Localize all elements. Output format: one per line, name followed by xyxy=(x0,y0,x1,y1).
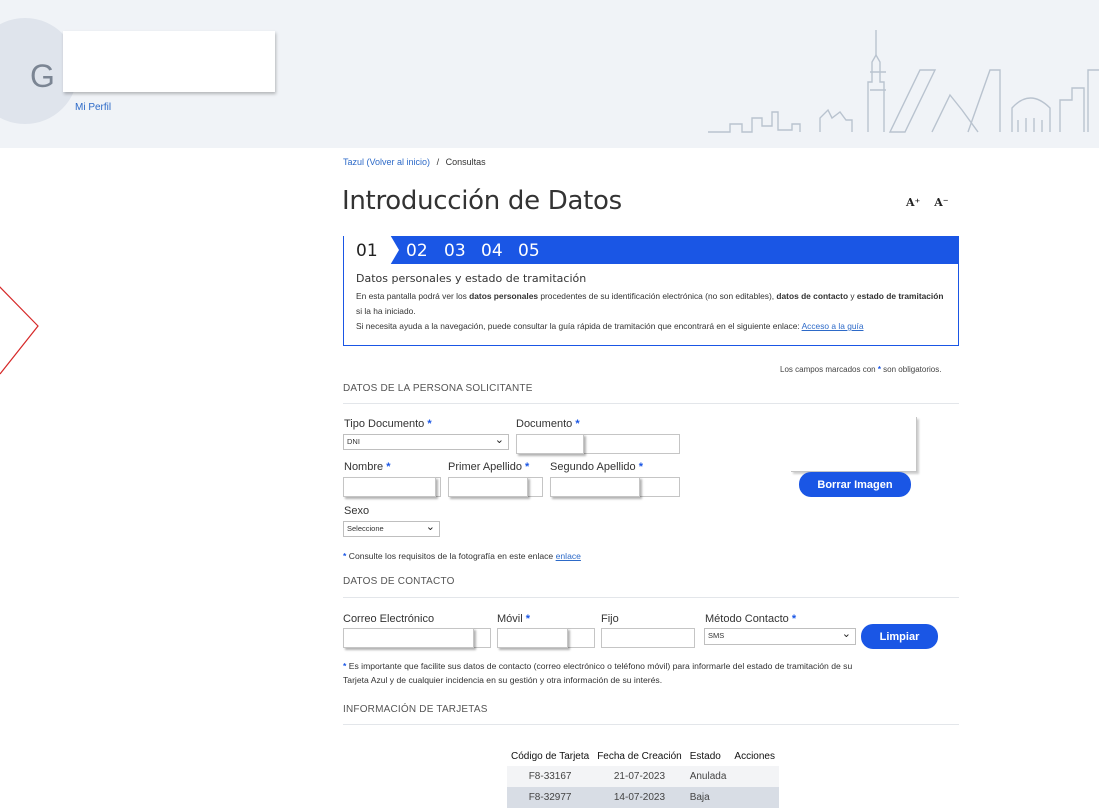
table-row[interactable]: F8-32977 14-07-2023 Baja xyxy=(507,787,779,808)
table-row[interactable]: F8-33167 21-07-2023 Anulada xyxy=(507,766,779,787)
tipo-documento-select[interactable]: DNI ⌄ xyxy=(343,434,509,450)
section-divider xyxy=(343,597,959,598)
documento-input[interactable] xyxy=(516,434,584,454)
table-cell xyxy=(730,766,779,787)
table-cell: F8-32977 xyxy=(507,787,594,808)
table-cell: Baja xyxy=(685,787,731,808)
fijo-label: Fijo xyxy=(601,613,619,625)
section-divider xyxy=(343,724,959,725)
metodo-contacto-label: Método Contacto * xyxy=(705,613,797,625)
foto-note: * Consulte los requisitos de la fotograf… xyxy=(343,551,581,561)
tipo-documento-label: Tipo Documento * xyxy=(344,418,432,430)
column-header: Acciones xyxy=(734,750,775,762)
step-description: En esta pantalla podrá ver los datos per… xyxy=(356,291,944,331)
chevron-down-icon: ⌄ xyxy=(494,434,504,446)
section-title-solicitante: DATOS DE LA PERSONA SOLICITANTE xyxy=(343,383,533,394)
page-title: Introducción de Datos xyxy=(342,186,622,216)
column-header: Fecha de Creación xyxy=(597,750,682,762)
segundo-apellido-input[interactable] xyxy=(550,477,640,497)
guide-link[interactable]: Acceso a la guía xyxy=(802,321,864,331)
header: G Mi Perfil xyxy=(0,0,1099,148)
correo-label: Correo Electrónico xyxy=(343,613,435,625)
column-header: Código de Tarjeta xyxy=(511,750,590,762)
section-divider xyxy=(343,403,959,404)
table-cell: Anulada xyxy=(685,766,731,787)
chevron-down-icon: ⌄ xyxy=(425,521,435,533)
logo-icon: G xyxy=(30,58,55,94)
breadcrumb-current: Consultas xyxy=(445,157,486,167)
section-title-tarjetas: INFORMACIÓN DE TARJETAS xyxy=(343,704,488,715)
step-title: Datos personales y estado de tramitación xyxy=(356,272,587,285)
required-fields-note: Los campos marcados con * son obligatori… xyxy=(780,365,942,374)
documento-label: Documento * xyxy=(516,418,580,430)
correo-input[interactable] xyxy=(343,628,474,648)
sexo-label: Sexo xyxy=(344,505,370,517)
breadcrumb: Tazul (Volver al inicio) / Consultas xyxy=(343,157,486,167)
table-cell: F8-33167 xyxy=(507,766,594,787)
font-increase-button[interactable]: A⁺ xyxy=(906,196,920,209)
table-cell xyxy=(730,787,779,808)
chevron-down-icon: ⌄ xyxy=(841,628,851,640)
profile-card xyxy=(63,31,275,92)
sexo-select[interactable]: Seleccione ⌄ xyxy=(343,521,440,537)
font-decrease-button[interactable]: A⁻ xyxy=(934,196,948,209)
step-05[interactable]: 05 xyxy=(518,236,540,266)
nombre-input[interactable] xyxy=(343,477,436,497)
borrar-imagen-button[interactable]: Borrar Imagen xyxy=(799,472,911,497)
table-cell: 14-07-2023 xyxy=(593,787,686,808)
breadcrumb-home-link[interactable]: Tazul (Volver al inicio) xyxy=(343,157,430,167)
photo-box xyxy=(791,417,917,472)
tarjetas-table: Código de Tarjeta Fecha de Creación Esta… xyxy=(507,746,779,808)
table-header-row: Código de Tarjeta Fecha de Creación Esta… xyxy=(507,746,779,766)
step-03[interactable]: 03 xyxy=(444,236,466,266)
nombre-label: Nombre * xyxy=(344,461,391,473)
primer-apellido-label: Primer Apellido * xyxy=(448,461,530,473)
fijo-input[interactable] xyxy=(601,628,695,648)
section-title-contacto: DATOS DE CONTACTO xyxy=(343,576,455,587)
table-cell: 21-07-2023 xyxy=(593,766,686,787)
steps-panel: 01 02 03 04 05 Datos personales y estado… xyxy=(343,236,959,346)
movil-label: Móvil * xyxy=(497,613,531,625)
metodo-contacto-select[interactable]: SMS ⌄ xyxy=(704,628,856,645)
font-size-controls: A⁺ A⁻ xyxy=(906,196,959,209)
column-header: Estado xyxy=(689,750,721,762)
skyline-illustration xyxy=(708,30,1099,133)
breadcrumb-separator: / xyxy=(436,157,440,167)
step-01[interactable]: 01 xyxy=(344,236,399,264)
foto-requisitos-link[interactable]: enlace xyxy=(556,551,581,561)
limpiar-button[interactable]: Limpiar xyxy=(861,624,938,649)
chevron-right-decoration xyxy=(0,286,39,375)
primer-apellido-input[interactable] xyxy=(448,477,528,497)
step-02[interactable]: 02 xyxy=(406,236,428,266)
step-04[interactable]: 04 xyxy=(481,236,503,266)
movil-input[interactable] xyxy=(497,628,568,648)
mi-perfil-link[interactable]: Mi Perfil xyxy=(75,102,111,113)
contacto-note: * Es importante que facilite sus datos d… xyxy=(343,661,853,685)
segundo-apellido-label: Segundo Apellido * xyxy=(550,461,643,473)
steps-bar: 01 02 03 04 05 xyxy=(344,236,958,264)
